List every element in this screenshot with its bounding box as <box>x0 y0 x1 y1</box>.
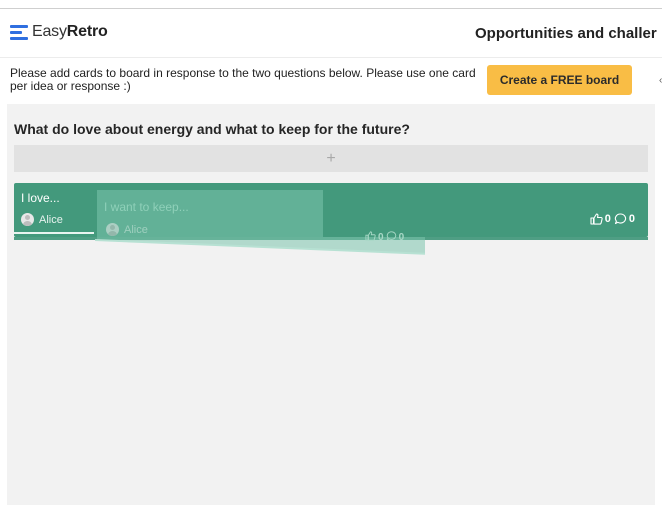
comment-count: 0 <box>628 213 635 225</box>
column-question: What do love about energy and what to ke… <box>14 121 410 137</box>
thumbs-up-icon <box>365 231 376 244</box>
card-progress-line <box>14 232 94 234</box>
dragging-card-author-name: Alice <box>124 223 148 236</box>
user-avatar-icon <box>21 213 34 226</box>
board-column: What do love about energy and what to ke… <box>7 104 655 505</box>
banner-message: Please add cards to board in response to… <box>10 66 476 93</box>
app-header: EasyRetro Opportunities and challer <box>0 9 662 57</box>
easyretro-logo-icon <box>10 24 28 40</box>
brand-logo[interactable]: EasyRetro <box>10 23 108 41</box>
card-text: I love... <box>21 191 60 205</box>
comment-bubble-icon[interactable] <box>614 213 627 225</box>
dragging-card-text: I want to keep... <box>104 200 189 214</box>
dragging-comment-count: 0 <box>398 232 405 243</box>
brand-name: EasyRetro <box>32 23 108 41</box>
brand-name-bold: Retro <box>66 23 108 40</box>
board-title: Opportunities and challer <box>475 25 657 42</box>
dragging-like-count: 0 <box>378 232 384 243</box>
add-card-button[interactable]: + <box>14 145 648 172</box>
user-avatar-icon <box>106 223 119 236</box>
create-free-board-button[interactable]: Create a FREE board <box>487 65 632 95</box>
like-count: 0 <box>604 213 611 225</box>
card-stats: 0 0 <box>590 213 638 225</box>
plus-icon: + <box>326 149 336 167</box>
brand-name-light: Easy <box>32 23 67 40</box>
comment-bubble-icon <box>386 231 397 244</box>
card-author-name: Alice <box>39 213 63 226</box>
card-author: Alice <box>21 213 63 226</box>
dragging-card-author: Alice <box>106 223 148 236</box>
info-banner: Please add cards to board in response to… <box>0 57 662 104</box>
thumbs-up-icon[interactable] <box>590 213 603 225</box>
dragging-card-stats: 0 0 <box>365 231 404 244</box>
dragging-card[interactable]: I want to keep... Alice 0 0 <box>95 188 425 258</box>
